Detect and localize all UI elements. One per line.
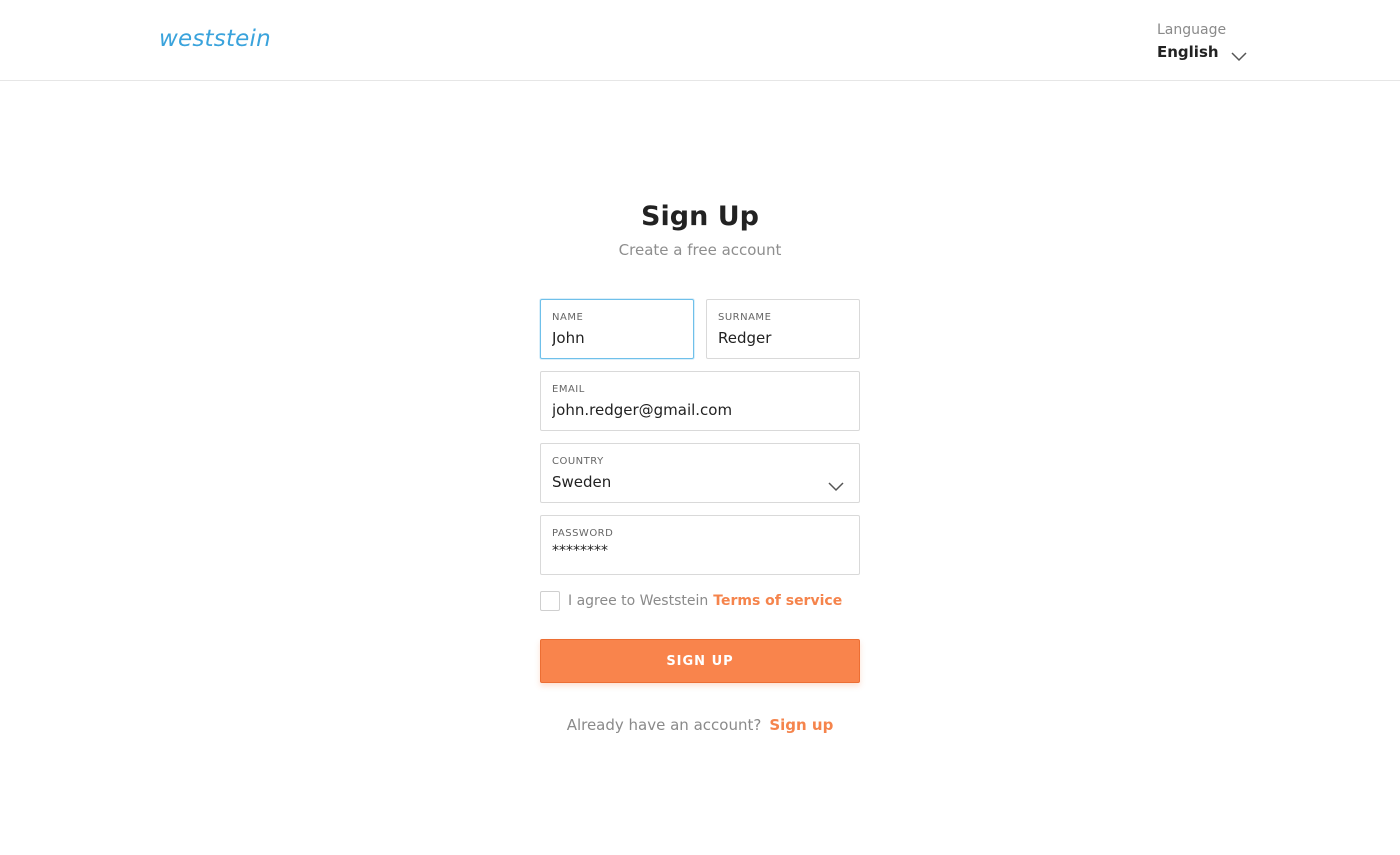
page-title: Sign Up bbox=[641, 201, 759, 232]
country-select[interactable]: COUNTRY Sweden bbox=[540, 443, 860, 503]
page-subtitle: Create a free account bbox=[618, 241, 782, 259]
language-label: Language bbox=[1157, 22, 1227, 38]
name-input[interactable] bbox=[552, 327, 682, 349]
terms-checkbox[interactable] bbox=[540, 591, 560, 611]
top-header: weststein Language English bbox=[0, 0, 1400, 81]
name-field[interactable]: NAME bbox=[540, 299, 694, 359]
language-dropdown[interactable]: English bbox=[1157, 42, 1277, 62]
chevron-down-icon bbox=[828, 477, 844, 492]
surname-input[interactable] bbox=[718, 327, 848, 349]
language-selector[interactable]: Language English bbox=[1157, 21, 1277, 62]
language-value: English bbox=[1157, 43, 1219, 61]
terms-agreement: I agree to Weststein Terms of service bbox=[540, 591, 842, 611]
sign-in-link[interactable]: Sign up bbox=[769, 715, 833, 735]
surname-field[interactable]: SURNAME bbox=[706, 299, 860, 359]
country-label: COUNTRY bbox=[552, 456, 604, 467]
chevron-down-icon bbox=[1231, 47, 1247, 62]
email-label: EMAIL bbox=[552, 384, 585, 395]
sign-up-button[interactable]: SIGN UP bbox=[540, 639, 860, 683]
password-label: PASSWORD bbox=[552, 528, 614, 539]
password-field[interactable]: PASSWORD ******** bbox=[540, 515, 860, 575]
email-field[interactable]: EMAIL bbox=[540, 371, 860, 431]
terms-of-service-link[interactable]: Terms of service bbox=[713, 591, 842, 611]
country-value: Sweden bbox=[552, 473, 612, 491]
email-input[interactable] bbox=[552, 399, 848, 421]
surname-label: SURNAME bbox=[718, 312, 772, 323]
agree-text: I agree to Weststein bbox=[568, 593, 709, 609]
login-prompt: Already have an account? Sign up bbox=[540, 715, 860, 735]
password-input[interactable]: ******** bbox=[552, 542, 608, 560]
already-account-text: Already have an account? bbox=[566, 716, 762, 734]
weststein-logo[interactable]: weststein bbox=[159, 26, 271, 52]
name-label: NAME bbox=[552, 312, 584, 323]
